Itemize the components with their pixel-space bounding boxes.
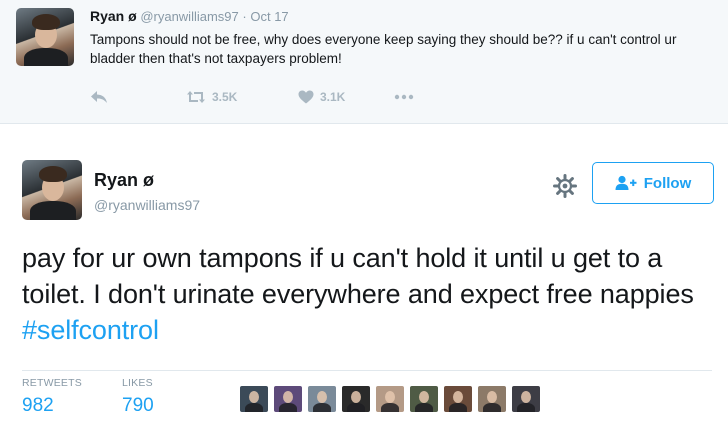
like-button[interactable]: 3.1K <box>298 90 394 104</box>
more-button[interactable] <box>394 94 414 100</box>
hashtag-link[interactable]: #selfcontrol <box>22 315 159 345</box>
reply-icon <box>91 91 107 103</box>
tweet-date[interactable]: Oct 17 <box>250 9 288 24</box>
retweets-label: RETWEETS <box>22 377 82 389</box>
liker-avatar[interactable] <box>274 386 302 412</box>
liker-avatars <box>240 386 540 412</box>
likes-count: 790 <box>122 395 154 416</box>
retweet-icon <box>187 91 205 103</box>
retweet-button[interactable]: 3.5K <box>186 90 298 104</box>
likes-stat[interactable]: LIKES 790 <box>122 377 154 417</box>
liker-avatar[interactable] <box>240 386 268 412</box>
follow-label: Follow <box>643 174 692 192</box>
tweet-text-body: pay for ur own tampons if u can't hold i… <box>22 243 694 309</box>
tweet-header: Ryan ø @ryanwilliams97 · Oct 17 <box>90 8 289 24</box>
liker-avatar[interactable] <box>512 386 540 412</box>
retweets-stat[interactable]: RETWEETS 982 <box>22 377 82 417</box>
liker-avatar[interactable] <box>410 386 438 412</box>
liker-avatar[interactable] <box>376 386 404 412</box>
tweet-text: pay for ur own tampons if u can't hold i… <box>22 240 712 348</box>
liker-avatar[interactable] <box>478 386 506 412</box>
more-icon <box>394 94 414 100</box>
reply-button[interactable] <box>90 90 186 104</box>
liker-avatar[interactable] <box>342 386 370 412</box>
display-name[interactable]: Ryan ø <box>94 170 154 191</box>
separator: · <box>242 9 247 24</box>
avatar[interactable] <box>22 160 82 220</box>
gear-icon[interactable] <box>552 173 578 199</box>
display-name[interactable]: Ryan ø <box>90 8 137 24</box>
follow-button[interactable]: Follow <box>592 162 714 204</box>
retweet-count: 3.5K <box>212 90 238 104</box>
username[interactable]: @ryanwilliams97 <box>94 197 200 213</box>
username[interactable]: @ryanwilliams97 <box>140 9 238 24</box>
follow-user-icon <box>615 175 637 190</box>
divider <box>22 370 712 371</box>
quoted-tweet[interactable]: Ryan ø @ryanwilliams97 · Oct 17 Tampons … <box>0 0 728 124</box>
liker-avatar[interactable] <box>444 386 472 412</box>
avatar[interactable] <box>16 8 74 66</box>
retweets-count: 982 <box>22 395 54 416</box>
likes-label: LIKES <box>122 377 153 389</box>
liker-avatar[interactable] <box>308 386 336 412</box>
tweet-actions: 3.5K 3.1K <box>90 88 414 106</box>
like-count: 3.1K <box>320 90 346 104</box>
tweet-text: Tampons should not be free, why does eve… <box>90 32 677 66</box>
heart-icon <box>298 90 314 104</box>
